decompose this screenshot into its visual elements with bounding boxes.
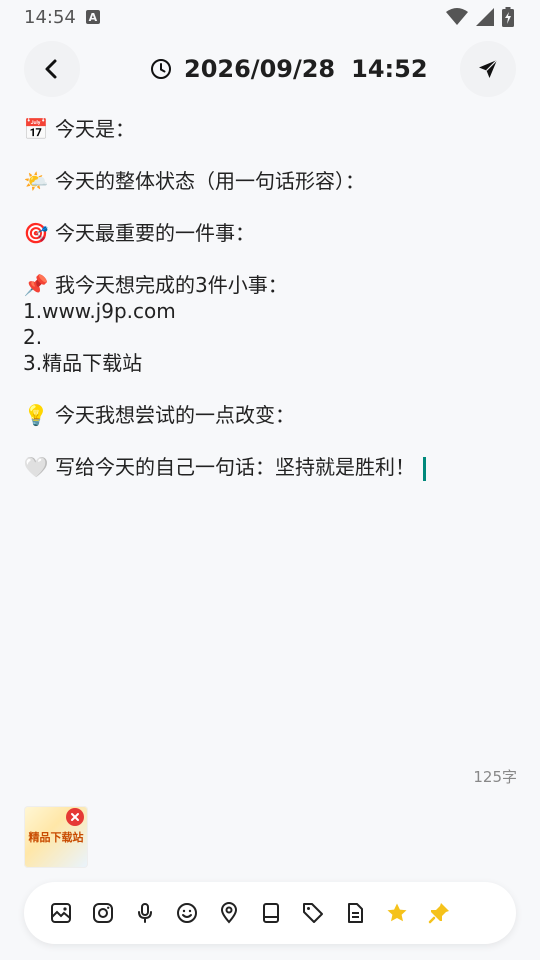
chevron-left-icon (45, 59, 57, 79)
back-button[interactable] (24, 41, 80, 97)
status-time: 14:54 (24, 6, 76, 28)
image-icon (50, 903, 71, 923)
editor-toolbar (24, 882, 516, 944)
journal-line-most-important: 🎯 今天最重要的一件事： (23, 221, 255, 245)
journal-line-three-things: 📌 我今天想完成的3件小事： (23, 273, 288, 297)
send-button[interactable] (460, 41, 516, 97)
insert-image-button[interactable] (48, 901, 73, 926)
text-cursor (423, 456, 426, 481)
favorite-button[interactable] (384, 901, 409, 926)
template-button[interactable] (342, 901, 367, 926)
location-icon (220, 902, 237, 924)
journal-line-change: 💡 今天我想尝试的一点改变： (23, 403, 295, 427)
clock-icon (151, 59, 171, 79)
white-heart-icon: 🤍 (23, 455, 49, 479)
pin-button[interactable] (426, 901, 451, 926)
entry-date: 2026/09/28 (184, 55, 336, 83)
instagram-icon (92, 903, 113, 923)
tag-icon (302, 903, 323, 923)
status-bar: 14:54 A (0, 0, 540, 34)
pin-icon (428, 903, 449, 924)
editor-header: 2026/09/28 14:52 (0, 40, 540, 100)
attachment-logo-text: 精品下载站 (28, 831, 84, 844)
battery-charging-icon (502, 7, 514, 27)
send-icon (479, 59, 498, 78)
status-right (446, 7, 514, 27)
book-icon (262, 903, 279, 923)
journal-line-item-1: 1.www.j9p.com (23, 299, 176, 323)
star-icon (387, 903, 406, 922)
document-icon (347, 903, 363, 923)
lightbulb-icon: 💡 (23, 403, 49, 427)
notification-a-icon: A (85, 10, 100, 24)
status-left: 14:54 A (24, 7, 100, 28)
pushpin-icon: 📌 (23, 273, 49, 297)
emoji-icon (176, 903, 197, 923)
journal-line-item-3: 3.精品下载站 (23, 351, 143, 375)
wifi-icon (446, 8, 468, 25)
word-count: 125字 (473, 768, 517, 786)
journal-line-item-2: 2. (23, 325, 43, 349)
entry-time: 14:52 (351, 55, 428, 83)
tag-button[interactable] (300, 901, 325, 926)
entry-datetime[interactable]: 2026/09/28 14:52 (150, 40, 428, 98)
journal-line-state: 🌤️ 今天的整体状态（用一句话形容）： (23, 169, 365, 193)
journal-editor[interactable]: 📅 今天是： 🌤️ 今天的整体状态（用一句话形容）： 🎯 今天最重要的一件事： 📌 我今… (23, 116, 517, 481)
camera-button[interactable] (90, 901, 115, 926)
signal-icon (476, 8, 494, 26)
location-button[interactable] (216, 901, 241, 926)
journal-line-message: 🤍 写给今天的自己一句话：坚持就是胜利！ (23, 454, 517, 481)
close-icon (71, 813, 79, 821)
sun-cloud-icon: 🌤️ (23, 169, 49, 193)
target-icon: 🎯 (23, 221, 49, 245)
journal-line-date: 📅 今天是： (23, 117, 135, 141)
voice-button[interactable] (132, 901, 157, 926)
calendar-icon: 📅 (23, 117, 49, 141)
image-attachment[interactable]: 精品下载站 (24, 806, 88, 868)
emoji-button[interactable] (174, 901, 199, 926)
notebook-button[interactable] (258, 901, 283, 926)
microphone-icon (137, 903, 152, 923)
remove-attachment-button[interactable] (66, 808, 84, 826)
